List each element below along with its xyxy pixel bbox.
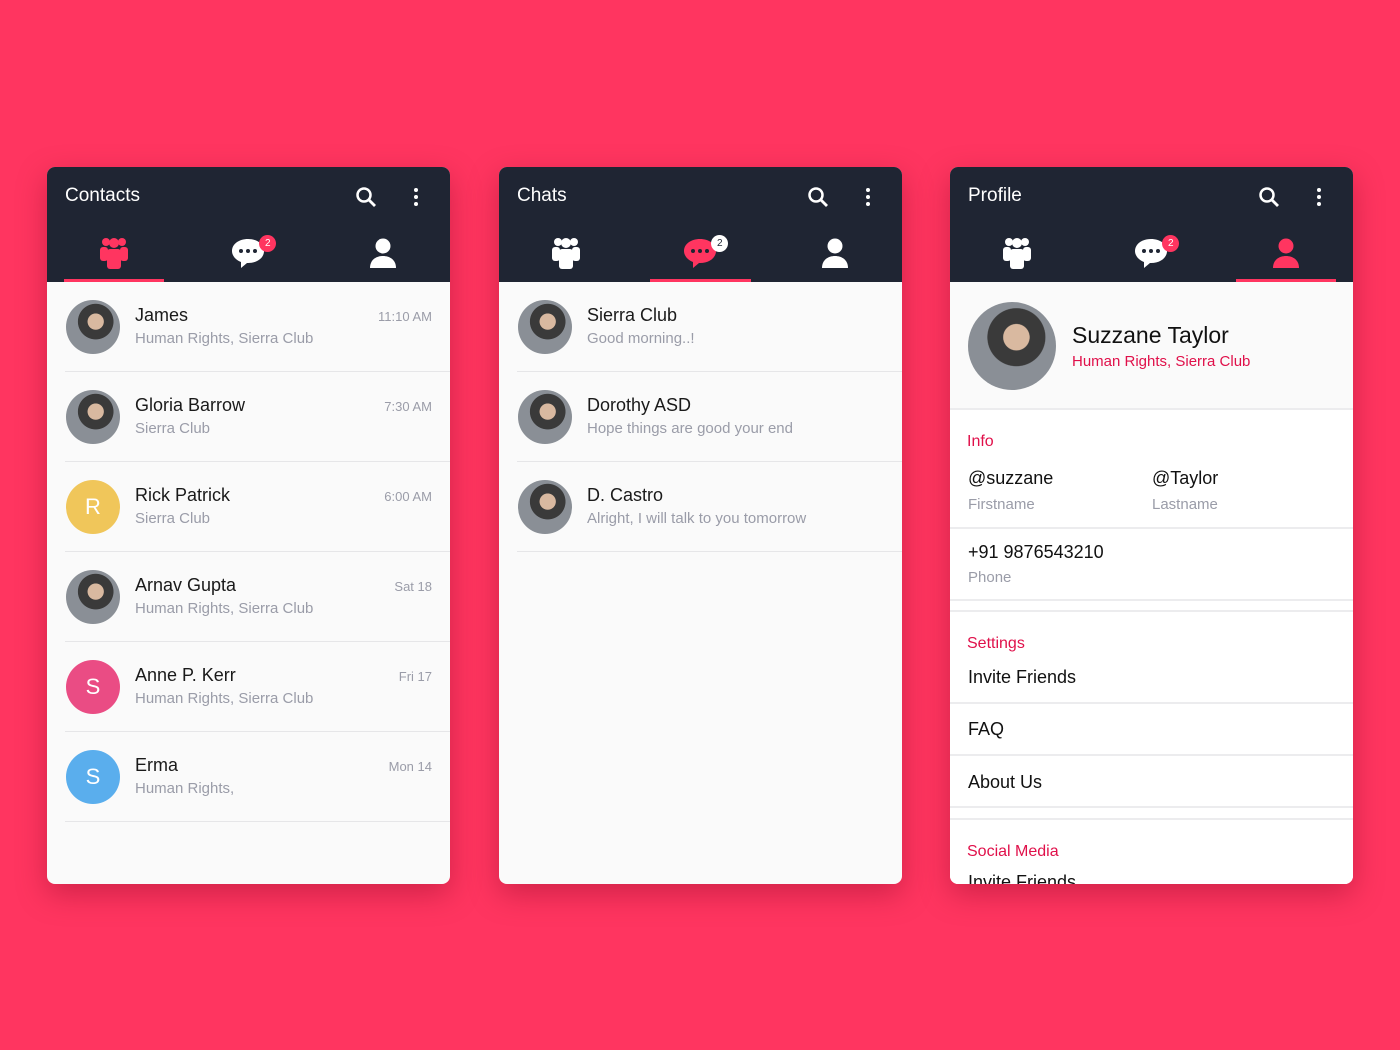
search-icon[interactable]: [354, 185, 378, 209]
contact-list-item[interactable]: R Rick Patrick Sierra Club 6:00 AM: [65, 462, 450, 552]
chats-screen: Chats 2 Sierra Club Good morning..! Doro…: [499, 167, 902, 884]
user-icon: [369, 238, 397, 273]
contact-groups: Sierra Club: [135, 420, 211, 437]
screen-title: Profile: [968, 185, 1022, 206]
tab-chats[interactable]: 2: [1084, 229, 1218, 282]
app-header: Contacts 2: [47, 167, 450, 282]
contact-list: James Human Rights, Sierra Club 11:10 AM…: [47, 282, 450, 822]
group-icon: [1003, 237, 1032, 274]
settings-invite-friends[interactable]: Invite Friends: [968, 667, 1076, 688]
profile-summary: Suzzane Taylor Human Rights, Sierra Club: [950, 282, 1353, 408]
unread-badge: 2: [711, 235, 729, 252]
tab-profile[interactable]: [1219, 229, 1353, 282]
chat-last-message: Good morning..!: [587, 330, 695, 347]
app-header: Chats 2: [499, 167, 902, 282]
tab-contacts[interactable]: [950, 229, 1084, 282]
contact-time: 6:00 AM: [384, 489, 432, 504]
group-icon: [552, 237, 581, 274]
settings-faq[interactable]: FAQ: [968, 719, 1004, 740]
tab-contacts[interactable]: [499, 229, 633, 282]
chat-name: Dorothy ASD: [587, 395, 692, 415]
tab-contacts[interactable]: [47, 229, 181, 282]
contact-time: Mon 14: [388, 759, 432, 774]
app-header: Profile 2: [950, 167, 1353, 282]
group-avatar: [518, 300, 572, 354]
tab-profile[interactable]: [316, 229, 450, 282]
chat-last-message: Alright, I will talk to you tomorrow: [587, 510, 807, 527]
chat-list-item[interactable]: Dorothy ASD Hope things are good your en…: [517, 372, 902, 462]
profile-screen: Profile 2 Suzzane Taylor Human Rights, S…: [950, 167, 1353, 884]
contact-list-item[interactable]: James Human Rights, Sierra Club 11:10 AM: [65, 282, 450, 372]
contact-groups: Human Rights, Sierra Club: [135, 690, 314, 707]
user-icon: [821, 238, 849, 273]
contact-list-item[interactable]: S Erma Human Rights, Mon 14: [65, 732, 450, 822]
contact-name: James: [135, 305, 189, 325]
unread-badge: 2: [259, 235, 277, 252]
screen-title: Contacts: [65, 185, 140, 206]
contact-list-item[interactable]: Gloria Barrow Sierra Club 7:30 AM: [65, 372, 450, 462]
avatar: S: [66, 660, 120, 714]
screen-title: Chats: [517, 185, 567, 206]
contact-name: Erma: [135, 755, 179, 775]
avatar: R: [66, 480, 120, 534]
avatar: S: [66, 750, 120, 804]
firstname-value: @suzzane: [968, 468, 1054, 488]
settings-section-label: Settings: [967, 635, 1025, 652]
contact-name: Rick Patrick: [135, 485, 231, 505]
more-options-icon[interactable]: [404, 185, 428, 209]
chat-name: Sierra Club: [587, 305, 678, 325]
contact-groups: Sierra Club: [135, 510, 211, 527]
group-icon: [100, 237, 129, 274]
contact-time: Fri 17: [398, 669, 432, 684]
group-avatar: [518, 480, 572, 534]
unread-badge: 2: [1162, 235, 1180, 252]
chat-name: D. Castro: [587, 485, 664, 505]
contact-time: Sat 18: [394, 579, 432, 594]
profile-name: Suzzane Taylor: [1072, 322, 1229, 348]
more-options-icon[interactable]: [1307, 185, 1331, 209]
avatar: [66, 570, 120, 624]
more-options-icon[interactable]: [856, 185, 880, 209]
contact-groups: Human Rights,: [135, 780, 235, 797]
phone-label: Phone: [968, 569, 1012, 586]
info-section-label: Info: [967, 433, 994, 450]
contact-groups: Human Rights, Sierra Club: [135, 600, 314, 617]
search-icon[interactable]: [806, 185, 830, 209]
tab-chats[interactable]: 2: [633, 229, 767, 282]
profile-groups: Human Rights, Sierra Club: [1072, 353, 1251, 370]
contact-time: 11:10 AM: [378, 309, 432, 324]
contact-name: Arnav Gupta: [135, 575, 237, 595]
chat-list: Sierra Club Good morning..! Dorothy ASD …: [499, 282, 902, 552]
social-invite-friends[interactable]: Invite Friends: [968, 872, 1076, 884]
profile-avatar: [968, 302, 1056, 390]
contact-time: 7:30 AM: [384, 399, 432, 414]
tab-profile[interactable]: [768, 229, 902, 282]
chat-list-item[interactable]: D. Castro Alright, I will talk to you to…: [517, 462, 902, 552]
lastname-value: @Taylor: [1152, 468, 1219, 488]
chat-list-item[interactable]: Sierra Club Good morning..!: [517, 282, 902, 372]
avatar: [66, 300, 120, 354]
contact-name: Anne P. Kerr: [135, 665, 236, 685]
lastname-label: Lastname: [1152, 496, 1218, 513]
search-icon[interactable]: [1257, 185, 1281, 209]
avatar: [66, 390, 120, 444]
tab-chats[interactable]: 2: [181, 229, 315, 282]
contact-groups: Human Rights, Sierra Club: [135, 330, 314, 347]
contact-name: Gloria Barrow: [135, 395, 246, 415]
social-section-label: Social Media: [967, 843, 1059, 860]
contacts-screen: Contacts 2 James Human Rights, Sierra Cl…: [47, 167, 450, 884]
contact-list-item[interactable]: Arnav Gupta Human Rights, Sierra Club Sa…: [65, 552, 450, 642]
contact-list-item[interactable]: S Anne P. Kerr Human Rights, Sierra Club…: [65, 642, 450, 732]
phone-value: +91 9876543210: [968, 542, 1104, 562]
group-avatar: [518, 390, 572, 444]
chat-last-message: Hope things are good your end: [587, 420, 793, 437]
firstname-label: Firstname: [968, 496, 1035, 513]
user-icon: [1272, 238, 1300, 273]
settings-about-us[interactable]: About Us: [968, 772, 1042, 793]
